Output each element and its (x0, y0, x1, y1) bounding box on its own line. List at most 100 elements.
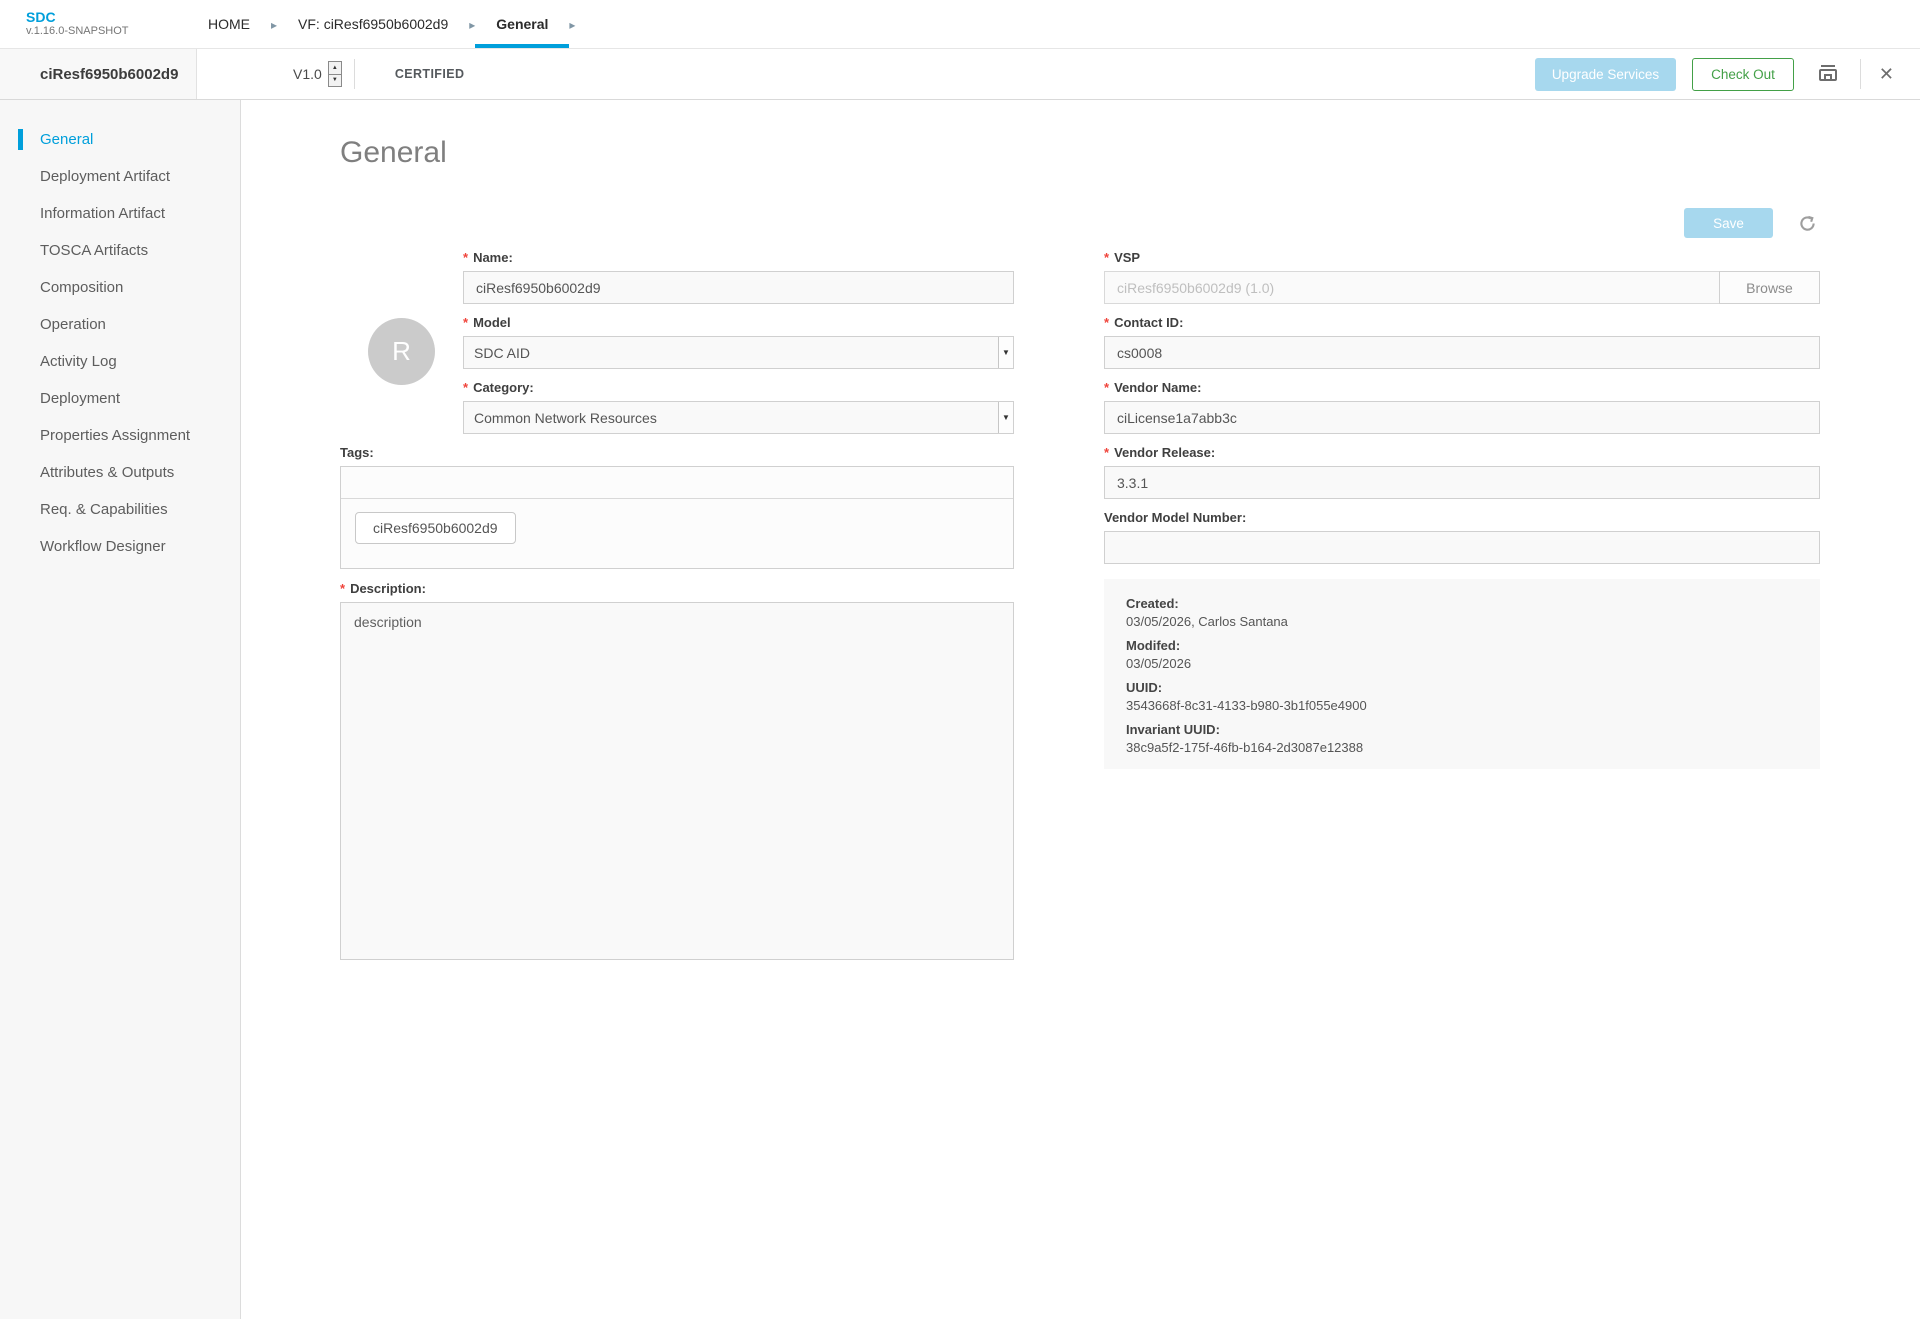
sidebar-item-deployment-artifact[interactable]: Deployment Artifact (0, 158, 240, 195)
category-label: Category: (473, 380, 534, 395)
tags-label: Tags: (340, 445, 374, 460)
invariant-uuid-value: 38c9a5f2-175f-46fb-b164-2d3087e12388 (1126, 740, 1798, 755)
required-asterisk: * (1104, 445, 1109, 460)
vendor-release-input[interactable] (1104, 466, 1820, 499)
required-asterisk: * (1104, 315, 1109, 330)
contact-id-input[interactable] (1104, 336, 1820, 369)
toolbar-actions: Upgrade Services Check Out ✕ (1535, 58, 1894, 91)
sidebar-item-tosca-artifacts[interactable]: TOSCA Artifacts (0, 232, 240, 269)
sidebar-item-workflow-designer[interactable]: Workflow Designer (0, 528, 240, 565)
form-right-column: * VSP Browse * Contact ID: * Vendor Na (1104, 250, 1820, 769)
description-label: Description: (350, 581, 426, 596)
active-indicator (18, 129, 23, 150)
sidebar-item-label: Deployment (40, 390, 120, 407)
check-out-button[interactable]: Check Out (1692, 58, 1794, 91)
vsp-input (1104, 271, 1720, 304)
sidebar-item-information-artifact[interactable]: Information Artifact (0, 195, 240, 232)
description-field-group: * Description: description (340, 581, 1014, 960)
vendor-name-label: Vendor Name: (1114, 380, 1201, 395)
spinner-down-icon[interactable]: ▼ (329, 75, 341, 87)
vendor-name-field-group: * Vendor Name: (1104, 380, 1820, 434)
close-icon[interactable]: ✕ (1879, 65, 1894, 83)
sidebar-item-activity-log[interactable]: Activity Log (0, 343, 240, 380)
sidebar-item-operation[interactable]: Operation (0, 306, 240, 343)
sidebar-item-attributes-outputs[interactable]: Attributes & Outputs (0, 454, 240, 491)
vendor-name-input[interactable] (1104, 401, 1820, 434)
model-field-group: * Model SDC AID ▼ (463, 315, 1014, 369)
sidebar-item-properties-assignment[interactable]: Properties Assignment (0, 417, 240, 454)
sidebar-item-req-capabilities[interactable]: Req. & Capabilities (0, 491, 240, 528)
browse-button[interactable]: Browse (1719, 271, 1820, 304)
page-title: General (340, 136, 447, 170)
lifecycle-status-badge: CERTIFIED (395, 67, 465, 81)
chevron-down-icon[interactable]: ▼ (998, 402, 1013, 433)
created-value: 03/05/2026, Carlos Santana (1126, 614, 1798, 629)
general-panel: General Save R * Name: * (242, 100, 1920, 1319)
breadcrumb-general[interactable]: General (475, 0, 569, 48)
toolbar-divider (354, 59, 355, 89)
vendor-release-field-group: * Vendor Release: (1104, 445, 1820, 499)
sidebar-item-deployment[interactable]: Deployment (0, 380, 240, 417)
breadcrumb-arrow-icon: ▸ (569, 0, 575, 48)
spinner-up-icon[interactable]: ▲ (329, 62, 341, 75)
sidebar-item-label: Composition (40, 279, 123, 296)
logo-version: v.1.16.0-SNAPSHOT (26, 25, 187, 38)
model-select[interactable]: SDC AID ▼ (463, 336, 1014, 369)
tags-field-group: Tags: ciResf6950b6002d9 (340, 445, 1014, 569)
uuid-label: UUID: (1126, 680, 1798, 695)
required-asterisk: * (463, 315, 468, 330)
modified-label: Modifed: (1126, 638, 1798, 653)
sidebar-item-general[interactable]: General (0, 121, 240, 158)
upgrade-services-button[interactable]: Upgrade Services (1535, 58, 1676, 91)
breadcrumb-home[interactable]: HOME (187, 0, 271, 48)
toolbar-divider (1860, 59, 1861, 89)
save-button[interactable]: Save (1684, 208, 1773, 238)
required-asterisk: * (1104, 250, 1109, 265)
chevron-down-icon[interactable]: ▼ (998, 337, 1013, 368)
sidebar-item-label: Activity Log (40, 353, 117, 370)
save-row: Save (1684, 208, 1818, 238)
print-icon[interactable] (1816, 62, 1840, 86)
category-field-group: * Category: Common Network Resources ▼ (463, 380, 1014, 434)
description-textarea[interactable]: description (340, 602, 1014, 960)
version-value: V1.0 (293, 66, 322, 82)
required-asterisk: * (463, 250, 468, 265)
sidebar-item-label: Deployment Artifact (40, 168, 170, 185)
entity-name: ciResf6950b6002d9 (40, 66, 178, 83)
vsp-field-group: * VSP Browse (1104, 250, 1820, 304)
tags-box: ciResf6950b6002d9 (340, 466, 1014, 569)
metadata-box: Created: 03/05/2026, Carlos Santana Modi… (1104, 579, 1820, 769)
name-input[interactable] (463, 271, 1014, 304)
sidebar-item-label: Operation (40, 316, 106, 333)
name-label: Name: (473, 250, 513, 265)
category-selected-value: Common Network Resources (474, 410, 657, 426)
sdc-logo[interactable]: SDC v.1.16.0-SNAPSHOT (0, 0, 187, 48)
name-field-group: * Name: (463, 250, 1014, 304)
entity-title-box: ciResf6950b6002d9 (0, 49, 197, 99)
version-selector[interactable]: V1.0 ▲ ▼ (293, 61, 342, 87)
sidebar-item-label: General (40, 131, 93, 148)
sidebar-item-label: Attributes & Outputs (40, 464, 174, 481)
sidebar-item-label: Properties Assignment (40, 427, 190, 444)
tags-input[interactable] (341, 467, 1013, 499)
vendor-release-label: Vendor Release: (1114, 445, 1215, 460)
sidebar-item-composition[interactable]: Composition (0, 269, 240, 306)
sdc-app: SDC v.1.16.0-SNAPSHOT HOME ▸ VF: ciResf6… (0, 0, 1920, 1319)
category-select[interactable]: Common Network Resources ▼ (463, 401, 1014, 434)
vendor-model-number-input[interactable] (1104, 531, 1820, 564)
contact-id-field-group: * Contact ID: (1104, 315, 1820, 369)
resource-avatar: R (368, 318, 435, 385)
logo-title: SDC (26, 10, 187, 25)
tag-chip[interactable]: ciResf6950b6002d9 (355, 512, 516, 544)
model-label: Model (473, 315, 511, 330)
sidebar-nav: General Deployment Artifact Information … (0, 100, 241, 1319)
required-asterisk: * (1104, 380, 1109, 395)
form-left-column: * Name: * Model SDC AID ▼ * Category: (463, 250, 1014, 445)
version-spinner[interactable]: ▲ ▼ (328, 61, 342, 87)
top-nav-bar: SDC v.1.16.0-SNAPSHOT HOME ▸ VF: ciResf6… (0, 0, 1920, 49)
tags-chip-list: ciResf6950b6002d9 (341, 499, 1013, 568)
revert-icon[interactable] (1797, 213, 1818, 234)
breadcrumb-vf[interactable]: VF: ciResf6950b6002d9 (277, 0, 469, 48)
required-asterisk: * (463, 380, 468, 395)
invariant-uuid-label: Invariant UUID: (1126, 722, 1798, 737)
